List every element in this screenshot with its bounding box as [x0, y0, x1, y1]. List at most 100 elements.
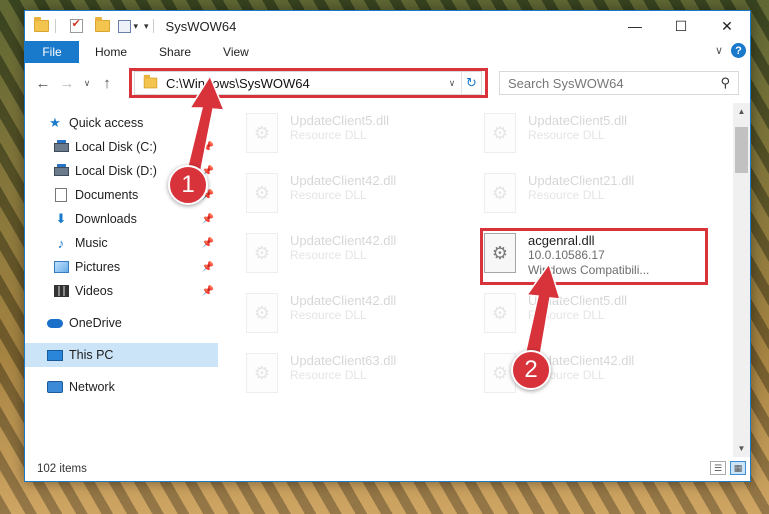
downloads-icon: ⬇: [55, 211, 67, 226]
sidebar-item-music[interactable]: ♪ Music 📌: [25, 231, 218, 255]
sidebar-item-label: Videos: [75, 284, 113, 298]
music-icon: ♪: [57, 235, 65, 251]
file-explorer-window: ▾ ▾ SysWOW64 — ☐ ✕ File Home Share View …: [24, 10, 751, 482]
properties-check-icon[interactable]: [66, 17, 86, 35]
status-bar: 102 items ☰ ▦: [25, 457, 750, 481]
drive-icon: [53, 139, 69, 155]
tab-file[interactable]: File: [25, 41, 79, 63]
sidebar-item-label: Music: [75, 236, 108, 250]
dll-file-icon: ⚙: [246, 233, 278, 273]
title-bar: ▾ ▾ SysWOW64 — ☐ ✕: [25, 11, 750, 41]
forward-arrow-icon[interactable]: →: [55, 71, 79, 95]
tab-share[interactable]: Share: [143, 41, 207, 63]
new-folder-icon[interactable]: [92, 17, 112, 35]
pictures-icon: [53, 259, 69, 275]
callout-one: 1: [168, 165, 208, 205]
pin-icon[interactable]: 📌: [202, 262, 214, 273]
item-count: 102 items: [37, 463, 87, 475]
scroll-down-icon[interactable]: ▼: [733, 440, 750, 457]
sidebar-item-this-pc[interactable]: This PC: [25, 343, 218, 367]
file-item[interactable]: ⚙ UpdateClient42.dll Resource DLL: [246, 293, 472, 343]
star-icon: ★: [49, 115, 61, 130]
sidebar-item-label: Quick access: [69, 116, 144, 130]
details-view-icon[interactable]: ☰: [710, 461, 726, 475]
file-description: Resource DLL: [528, 188, 605, 202]
file-name: UpdateClient5.dll: [290, 113, 390, 128]
tiles-view-icon[interactable]: ▦: [730, 461, 746, 475]
sidebar-item-quick-access[interactable]: ★ Quick access: [25, 111, 218, 135]
network-icon: [47, 379, 63, 395]
pin-icon[interactable]: 📌: [202, 214, 214, 225]
dll-file-icon: ⚙: [246, 353, 278, 393]
file-name: UpdateClient5.dll: [528, 113, 628, 128]
search-box[interactable]: Search SysWOW64 ⚲: [499, 71, 739, 95]
help-icon[interactable]: ?: [731, 43, 746, 58]
vertical-scrollbar[interactable]: ▲ ▼: [733, 103, 750, 457]
file-item[interactable]: ⚙ UpdateClient21.dll Resource DLL: [484, 173, 710, 223]
file-name: UpdateClient5.dll: [528, 293, 628, 308]
search-icon: ⚲: [720, 75, 730, 90]
sidebar-item-network[interactable]: Network: [25, 375, 218, 399]
file-item[interactable]: ⚙ UpdateClient63.dll Resource DLL: [246, 353, 472, 403]
pin-icon[interactable]: 📌: [202, 142, 214, 153]
file-item[interactable]: ⚙ UpdateClient5.dll Resource DLL: [246, 113, 472, 163]
main-content: ★ Quick access Local Disk (C:) 📌 Local D…: [25, 103, 750, 457]
pin-icon[interactable]: 📌: [202, 238, 214, 249]
customize-toolbar-icon[interactable]: ▾: [118, 17, 138, 35]
file-item[interactable]: ⚙ UpdateClient5.dll Resource DLL: [484, 293, 710, 343]
file-name: UpdateClient21.dll: [528, 173, 635, 188]
tab-home[interactable]: Home: [79, 41, 143, 63]
sidebar-item-local-disk-c[interactable]: Local Disk (C:) 📌: [25, 135, 218, 159]
up-arrow-icon[interactable]: ↑: [95, 71, 119, 95]
sidebar-item-label: Local Disk (D:): [75, 164, 157, 178]
search-input[interactable]: Search SysWOW64: [508, 76, 624, 91]
computer-icon: [47, 347, 63, 363]
file-name: UpdateClient42.dll: [290, 173, 397, 188]
folder-icon: [31, 17, 51, 35]
file-highlight-box: [480, 228, 708, 285]
file-description: Resource DLL: [290, 248, 367, 262]
file-description: Resource DLL: [290, 128, 367, 142]
navigation-pane: ★ Quick access Local Disk (C:) 📌 Local D…: [25, 103, 218, 457]
file-description: Resource DLL: [290, 188, 367, 202]
sidebar-item-label: Documents: [75, 188, 139, 202]
separator: [152, 19, 154, 33]
close-button[interactable]: ✕: [704, 11, 750, 41]
back-arrow-icon[interactable]: ←: [31, 71, 55, 95]
pin-icon[interactable]: 📌: [202, 286, 214, 297]
sidebar-item-downloads[interactable]: ⬇ Downloads 📌: [25, 207, 218, 231]
file-description: Resource DLL: [290, 308, 367, 322]
sidebar-item-label: Local Disk (C:): [75, 140, 157, 154]
scroll-up-icon[interactable]: ▲: [733, 103, 750, 120]
ribbon-tabs: File Home Share View ∨ ?: [25, 41, 750, 63]
file-item[interactable]: ⚙ UpdateClient5.dll Resource DLL: [484, 113, 710, 163]
dll-file-icon: ⚙: [484, 113, 516, 153]
documents-icon: [53, 187, 69, 203]
maximize-button[interactable]: ☐: [658, 11, 704, 41]
minimize-button[interactable]: —: [612, 11, 658, 41]
tab-view[interactable]: View: [207, 41, 265, 63]
dll-file-icon: ⚙: [484, 293, 516, 333]
sidebar-item-label: OneDrive: [69, 316, 122, 330]
videos-icon: [53, 283, 69, 299]
file-description: Resource DLL: [290, 368, 367, 382]
window-title: SysWOW64: [165, 18, 237, 34]
file-name: UpdateClient63.dll: [290, 353, 397, 368]
file-item[interactable]: ⚙ UpdateClient42.dll Resource DLL: [246, 173, 472, 223]
chevron-down-icon[interactable]: ▾: [144, 21, 149, 32]
drive-icon: [53, 163, 69, 179]
sidebar-item-videos[interactable]: Videos 📌: [25, 279, 218, 303]
callout-two: 2: [511, 350, 551, 390]
sidebar-item-pictures[interactable]: Pictures 📌: [25, 255, 218, 279]
file-name: UpdateClient42.dll: [290, 293, 397, 308]
file-description: Resource DLL: [528, 308, 605, 322]
expand-ribbon-icon[interactable]: ∨: [715, 44, 723, 57]
scrollbar-thumb[interactable]: [735, 127, 748, 173]
sidebar-item-label: This PC: [69, 348, 114, 362]
file-name: UpdateClient42.dll: [290, 233, 397, 248]
sidebar-item-label: Network: [69, 380, 115, 394]
recent-locations-chevron-icon[interactable]: ∨: [79, 71, 95, 95]
dll-file-icon: ⚙: [246, 293, 278, 333]
sidebar-item-onedrive[interactable]: OneDrive: [25, 311, 218, 335]
file-item[interactable]: ⚙ UpdateClient42.dll Resource DLL: [246, 233, 472, 283]
